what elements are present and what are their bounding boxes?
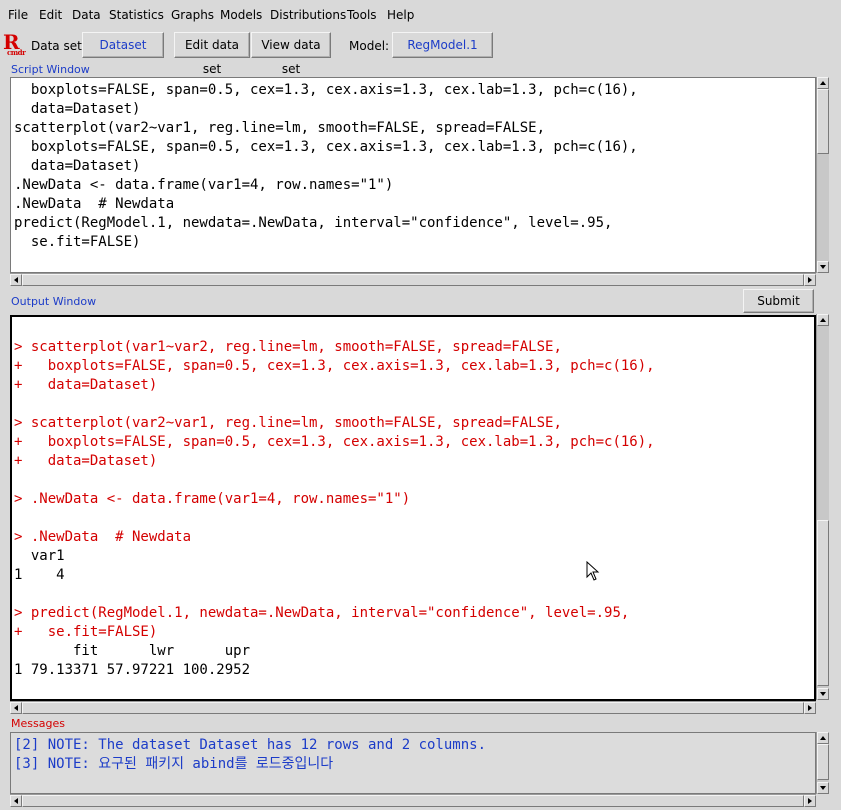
output-line: fit lwr upr	[14, 643, 251, 659]
output-line: > scatterplot(var1~var2, reg.line=lm, sm…	[14, 339, 562, 355]
output-window-title: Output Window	[11, 295, 97, 308]
submit-button[interactable]: Submit	[743, 289, 814, 313]
scroll-left-arrow-icon[interactable]	[10, 274, 22, 286]
script-window[interactable]: boxplots=FALSE, span=0.5, cex=1.3, cex.a…	[10, 77, 816, 273]
output-horizontal-scrollbar[interactable]	[10, 701, 816, 714]
logo-cmdr: cmdr	[7, 48, 26, 57]
script-line: .NewData <- data.frame(var1=4, row.names…	[14, 177, 394, 193]
scroll-down-arrow-icon[interactable]	[817, 688, 829, 700]
menu-data[interactable]: Data	[72, 8, 101, 22]
script-line: boxplots=FALSE, span=0.5, cex=1.3, cex.a…	[14, 82, 638, 98]
scroll-up-arrow-icon[interactable]	[817, 314, 829, 326]
output-line: > .NewData <- data.frame(var1=4, row.nam…	[14, 491, 411, 507]
messages-window-title: Messages	[11, 717, 65, 730]
scroll-down-arrow-icon[interactable]	[817, 782, 829, 794]
menu-help[interactable]: Help	[387, 8, 414, 22]
menu-file[interactable]: File	[8, 8, 28, 22]
output-vertical-scrollbar[interactable]	[816, 314, 829, 700]
script-line: data=Dataset)	[14, 158, 141, 174]
scroll-up-arrow-icon[interactable]	[817, 732, 829, 744]
script-scroll-thumb[interactable]	[817, 89, 829, 154]
message-line: [2] NOTE: The dataset Dataset has 12 row…	[14, 737, 487, 753]
script-line: scatterplot(var2~var1, reg.line=lm, smoo…	[14, 120, 546, 136]
messages-scroll-thumb[interactable]	[817, 744, 829, 780]
menu-bar: File Edit Data Statistics Graphs Models Distri…	[0, 0, 841, 30]
messages-horizontal-scrollbar[interactable]	[10, 794, 816, 807]
menu-tools[interactable]: Tools	[347, 8, 377, 22]
messages-hscroll-thumb[interactable]	[22, 795, 804, 807]
menu-edit[interactable]: Edit	[39, 8, 62, 22]
messages-text[interactable]: [2] NOTE: The dataset Dataset has 12 row…	[14, 736, 486, 774]
output-line: + boxplots=FALSE, span=0.5, cex=1.3, cex…	[14, 434, 655, 450]
script-line: boxplots=FALSE, span=0.5, cex=1.3, cex.a…	[14, 139, 638, 155]
script-line: predict(RegModel.1, newdata=.NewData, in…	[14, 215, 613, 231]
script-vertical-scrollbar[interactable]	[816, 77, 829, 273]
scroll-right-arrow-icon[interactable]	[804, 702, 816, 714]
script-window-title: Script Window	[11, 63, 90, 76]
scroll-right-arrow-icon[interactable]	[804, 795, 816, 807]
output-window[interactable]: > scatterplot(var1~var2, reg.line=lm, sm…	[10, 315, 816, 701]
model-button[interactable]: RegModel.1	[392, 32, 493, 58]
mouse-cursor-icon	[586, 561, 600, 581]
menu-models[interactable]: Models	[220, 8, 262, 22]
output-line: + data=Dataset)	[14, 453, 158, 469]
script-line: .NewData # Newdata	[14, 196, 175, 212]
script-line: se.fit=FALSE)	[14, 234, 141, 250]
output-line: > .NewData # Newdata	[14, 529, 192, 545]
output-scroll-thumb[interactable]	[817, 520, 829, 686]
rcmdr-logo: R cmdr	[2, 30, 30, 58]
menu-statistics[interactable]: Statistics	[109, 8, 164, 22]
output-line: + data=Dataset)	[14, 377, 158, 393]
scroll-up-arrow-icon[interactable]	[817, 77, 829, 89]
messages-window[interactable]: [2] NOTE: The dataset Dataset has 12 row…	[10, 732, 816, 794]
output-line: 1 4	[14, 567, 65, 583]
output-line: > scatterplot(var2~var1, reg.line=lm, sm…	[14, 415, 562, 431]
output-hscroll-thumb[interactable]	[22, 702, 804, 714]
dataset-button[interactable]: Dataset	[82, 32, 164, 58]
message-line: [3] NOTE: 요구된 패키지 abind를 로드중입니다	[14, 756, 334, 772]
script-line: data=Dataset)	[14, 101, 141, 117]
script-horizontal-scrollbar[interactable]	[10, 273, 816, 286]
script-hscroll-thumb[interactable]	[22, 274, 804, 286]
script-text[interactable]: boxplots=FALSE, span=0.5, cex=1.3, cex.a…	[14, 81, 638, 252]
menu-graphs[interactable]: Graphs	[171, 8, 214, 22]
menu-distributions[interactable]: Distributions	[270, 8, 346, 22]
model-label: Model:	[349, 39, 390, 53]
scroll-left-arrow-icon[interactable]	[10, 702, 22, 714]
output-line: + se.fit=FALSE)	[14, 624, 158, 640]
dataset-label: Data set:	[31, 39, 86, 53]
messages-vertical-scrollbar[interactable]	[816, 732, 829, 794]
view-data-set-button[interactable]: View data set	[251, 32, 331, 76]
edit-data-set-button[interactable]: Edit data set	[174, 32, 250, 76]
output-text[interactable]: > scatterplot(var1~var2, reg.line=lm, sm…	[14, 338, 655, 680]
output-line: var1	[14, 548, 65, 564]
scroll-left-arrow-icon[interactable]	[10, 795, 22, 807]
output-line: > predict(RegModel.1, newdata=.NewData, …	[14, 605, 630, 621]
scroll-right-arrow-icon[interactable]	[804, 274, 816, 286]
scroll-down-arrow-icon[interactable]	[817, 261, 829, 273]
output-line: 1 79.13371 57.97221 100.2952	[14, 662, 251, 678]
output-line: + boxplots=FALSE, span=0.5, cex=1.3, cex…	[14, 358, 655, 374]
